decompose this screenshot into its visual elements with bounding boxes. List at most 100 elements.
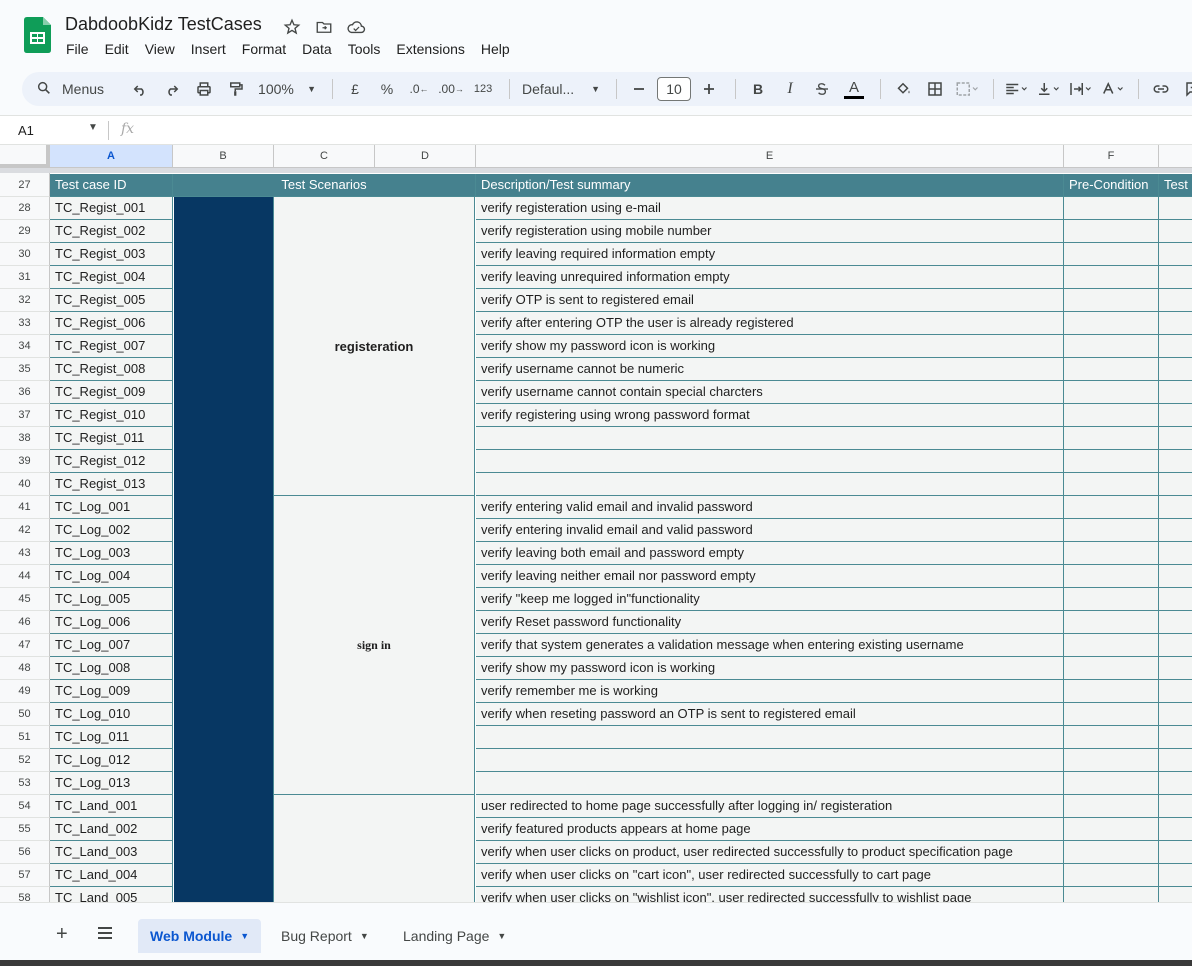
pre-condition-cell[interactable] [1064, 864, 1159, 887]
font-size-input[interactable]: 10 [657, 77, 692, 101]
more-formats-button[interactable]: 123 [469, 75, 497, 103]
description-cell[interactable]: verify leaving neither email nor passwor… [476, 565, 1064, 588]
description-cell[interactable]: verify registeration using e-mail [476, 197, 1064, 220]
italic-button[interactable]: I [776, 75, 804, 103]
header-test-case-id[interactable]: Test case ID [50, 174, 173, 197]
column-header-d[interactable]: D [375, 145, 476, 168]
pre-condition-cell[interactable] [1064, 381, 1159, 404]
row-header[interactable]: 55 [0, 818, 50, 841]
test-steps-cell[interactable] [1159, 243, 1192, 266]
description-cell[interactable]: verify that system generates a validatio… [476, 634, 1064, 657]
bold-button[interactable]: B [744, 75, 772, 103]
merged-column-b[interactable] [174, 197, 274, 902]
description-cell[interactable]: verify leaving both email and password e… [476, 542, 1064, 565]
test-case-id-cell[interactable]: TC_Land_002 [50, 818, 173, 841]
description-cell[interactable]: verify after entering OTP the user is al… [476, 312, 1064, 335]
row-header[interactable]: 47 [0, 634, 50, 657]
pre-condition-cell[interactable] [1064, 565, 1159, 588]
pre-condition-cell[interactable] [1064, 243, 1159, 266]
menu-edit[interactable]: Edit [97, 40, 137, 58]
pre-condition-cell[interactable] [1064, 841, 1159, 864]
description-cell[interactable]: verify when user clicks on "wishlist ico… [476, 887, 1064, 902]
row-header[interactable]: 56 [0, 841, 50, 864]
chevron-down-icon[interactable]: ▼ [88, 122, 98, 133]
column-header-f[interactable]: F [1064, 145, 1159, 168]
test-steps-cell[interactable] [1159, 703, 1192, 726]
menu-extensions[interactable]: Extensions [388, 40, 472, 58]
pre-condition-cell[interactable] [1064, 772, 1159, 795]
test-case-id-cell[interactable]: TC_Regist_004 [50, 266, 173, 289]
text-color-button[interactable]: A [840, 75, 868, 103]
insert-link-icon[interactable] [1147, 75, 1175, 103]
menu-view[interactable]: View [137, 40, 183, 58]
test-case-id-cell[interactable]: TC_Log_005 [50, 588, 173, 611]
description-cell[interactable]: verify entering invalid email and valid … [476, 519, 1064, 542]
tab-bug-report[interactable]: Bug Report ▼ [269, 919, 381, 953]
row-header[interactable]: 48 [0, 657, 50, 680]
pre-condition-cell[interactable] [1064, 220, 1159, 243]
scenario-landing[interactable] [274, 795, 475, 902]
sheets-logo-icon[interactable] [24, 17, 51, 53]
pre-condition-cell[interactable] [1064, 887, 1159, 902]
select-all-corner[interactable] [0, 145, 50, 168]
menu-file[interactable]: File [58, 40, 97, 58]
row-header[interactable]: 37 [0, 404, 50, 427]
test-case-id-cell[interactable]: TC_Log_002 [50, 519, 173, 542]
pre-condition-cell[interactable] [1064, 197, 1159, 220]
row-header[interactable]: 30 [0, 243, 50, 266]
percent-format-button[interactable]: % [373, 75, 401, 103]
test-case-id-cell[interactable]: TC_Log_004 [50, 565, 173, 588]
test-steps-cell[interactable] [1159, 220, 1192, 243]
move-folder-icon[interactable] [313, 16, 335, 38]
scenario-registration[interactable]: registeration [274, 197, 475, 496]
pre-condition-cell[interactable] [1064, 519, 1159, 542]
test-steps-cell[interactable] [1159, 726, 1192, 749]
header-pre-condition[interactable]: Pre-Condition [1064, 174, 1159, 197]
row-header[interactable]: 45 [0, 588, 50, 611]
description-cell[interactable]: verify featured products appears at home… [476, 818, 1064, 841]
header-description[interactable]: Description/Test summary [476, 174, 1064, 197]
pre-condition-cell[interactable] [1064, 749, 1159, 772]
description-cell[interactable]: verify leaving unrequired information em… [476, 266, 1064, 289]
row-header[interactable]: 32 [0, 289, 50, 312]
row-header[interactable]: 58 [0, 887, 50, 902]
name-box[interactable]: A1 [18, 123, 34, 138]
test-case-id-cell[interactable]: TC_Log_008 [50, 657, 173, 680]
row-header[interactable]: 46 [0, 611, 50, 634]
test-steps-cell[interactable] [1159, 519, 1192, 542]
pre-condition-cell[interactable] [1064, 427, 1159, 450]
insert-comment-icon[interactable] [1179, 75, 1192, 103]
test-case-id-cell[interactable]: TC_Land_004 [50, 864, 173, 887]
row-header[interactable]: 52 [0, 749, 50, 772]
test-steps-cell[interactable] [1159, 358, 1192, 381]
column-header-e[interactable]: E [476, 145, 1064, 168]
test-steps-cell[interactable] [1159, 473, 1192, 496]
row-header[interactable]: 54 [0, 795, 50, 818]
description-cell[interactable]: verify when user clicks on "cart icon", … [476, 864, 1064, 887]
row-header[interactable]: 51 [0, 726, 50, 749]
description-cell[interactable]: verify show my password icon is working [476, 657, 1064, 680]
cloud-saved-icon[interactable] [345, 16, 367, 38]
description-cell[interactable]: verify remember me is working [476, 680, 1064, 703]
test-case-id-cell[interactable]: TC_Log_006 [50, 611, 173, 634]
description-cell[interactable]: verify entering valid email and invalid … [476, 496, 1064, 519]
test-case-id-cell[interactable]: TC_Log_007 [50, 634, 173, 657]
pre-condition-cell[interactable] [1064, 266, 1159, 289]
test-steps-cell[interactable] [1159, 496, 1192, 519]
column-header-c[interactable]: C [274, 145, 375, 168]
pre-condition-cell[interactable] [1064, 703, 1159, 726]
test-steps-cell[interactable] [1159, 565, 1192, 588]
redo-button[interactable] [158, 75, 186, 103]
column-header-g[interactable] [1159, 145, 1192, 168]
pre-condition-cell[interactable] [1064, 588, 1159, 611]
test-case-id-cell[interactable]: TC_Regist_001 [50, 197, 173, 220]
decrease-decimal-button[interactable]: .0 ← [405, 75, 433, 103]
column-header-a[interactable]: A [50, 145, 173, 168]
description-cell[interactable] [476, 473, 1064, 496]
row-header[interactable]: 44 [0, 565, 50, 588]
description-cell[interactable]: verify username cannot be numeric [476, 358, 1064, 381]
test-case-id-cell[interactable]: TC_Regist_011 [50, 427, 173, 450]
test-steps-cell[interactable] [1159, 795, 1192, 818]
row-header[interactable]: 41 [0, 496, 50, 519]
scenario-sign-in[interactable]: sign in [274, 496, 475, 795]
